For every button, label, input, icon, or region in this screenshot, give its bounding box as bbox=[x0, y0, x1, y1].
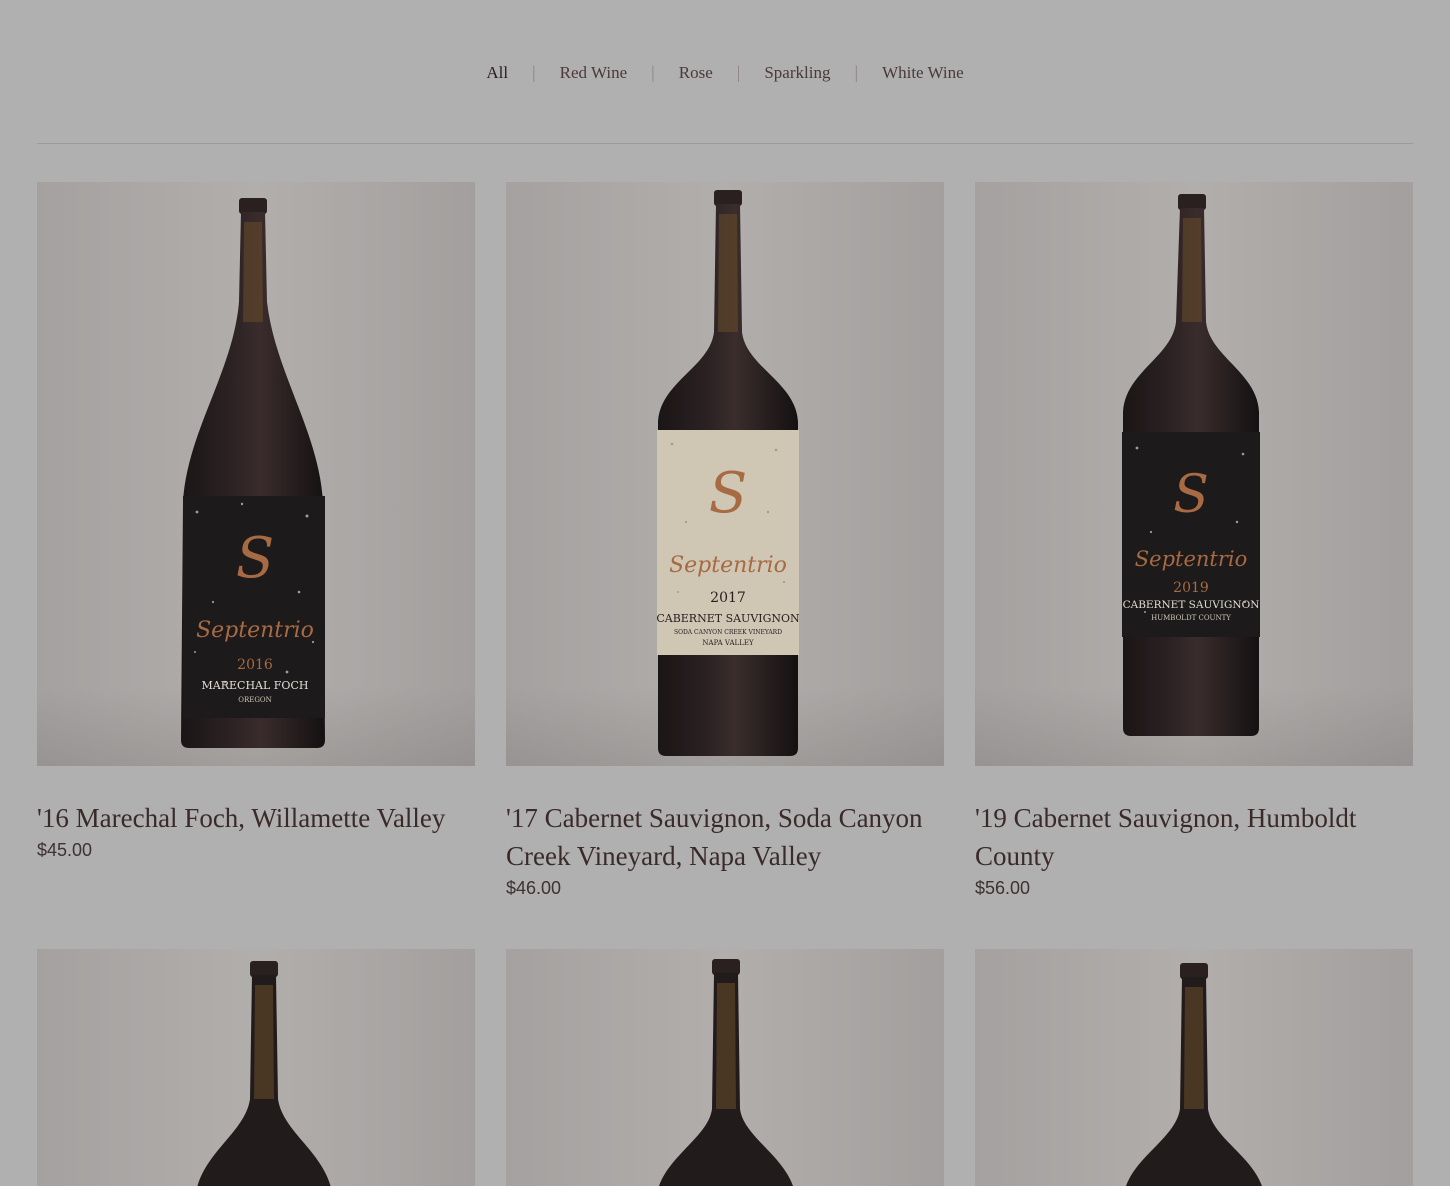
svg-text:S: S bbox=[1173, 465, 1209, 525]
svg-text:S: S bbox=[709, 461, 747, 526]
filter-white-wine[interactable]: White Wine bbox=[858, 63, 988, 83]
product-image[interactable] bbox=[506, 949, 944, 1186]
label-varietal: CABERNET SAUVIGNON bbox=[656, 612, 800, 625]
label-brand: Septentrio bbox=[669, 553, 787, 578]
category-filter-nav: All | Red Wine | Rose | Sparkling | Whit… bbox=[0, 62, 1450, 83]
wine-bottle-icon bbox=[1126, 963, 1262, 1186]
label-region: NAPA VALLEY bbox=[702, 639, 754, 647]
product-image[interactable] bbox=[37, 949, 475, 1186]
product-title[interactable]: '19 Cabernet Sauvignon, Humboldt County bbox=[975, 799, 1413, 875]
wine-bottle-icon: S Septentrio 2017 CABERNET SAUVIGNON SOD… bbox=[656, 190, 800, 756]
product-image[interactable]: S Septentrio 2019 CABERNET SAUVIGNON HUM… bbox=[975, 182, 1413, 766]
label-year: 2016 bbox=[237, 657, 273, 673]
product-card bbox=[975, 949, 1413, 1186]
filter-all[interactable]: All bbox=[462, 63, 532, 83]
wine-bottle-icon: S Septentrio 2019 CABERNET SAUVIGNON HUM… bbox=[1122, 194, 1260, 736]
product-image[interactable]: S Septentrio 2016 MARECHAL FOCH OREGON bbox=[37, 182, 475, 766]
product-title[interactable]: '16 Marechal Foch, Willamette Valley bbox=[37, 799, 475, 837]
filter-rose[interactable]: Rose bbox=[655, 63, 737, 83]
label-varietal: CABERNET SAUVIGNON bbox=[1123, 599, 1260, 611]
product-card: S Septentrio 2017 CABERNET SAUVIGNON SOD… bbox=[506, 182, 944, 899]
product-image[interactable] bbox=[975, 949, 1413, 1186]
label-vineyard: SODA CANYON CREEK VINEYARD bbox=[674, 629, 782, 636]
product-image[interactable]: S Septentrio 2017 CABERNET SAUVIGNON SOD… bbox=[506, 182, 944, 766]
product-card bbox=[506, 949, 944, 1186]
product-card: S Septentrio 2019 CABERNET SAUVIGNON HUM… bbox=[975, 182, 1413, 899]
wine-bottle-icon bbox=[197, 961, 331, 1186]
svg-text:S: S bbox=[236, 526, 274, 591]
label-year: 2019 bbox=[1173, 580, 1209, 596]
product-price: $46.00 bbox=[506, 878, 562, 898]
product-price: $56.00 bbox=[975, 878, 1031, 898]
filter-sparkling[interactable]: Sparkling bbox=[740, 63, 854, 83]
label-region: OREGON bbox=[238, 696, 272, 704]
filter-red-wine[interactable]: Red Wine bbox=[536, 63, 651, 83]
product-card: S Septentrio 2016 MARECHAL FOCH OREGON '… bbox=[37, 182, 475, 861]
label-region: HUMBOLDT COUNTY bbox=[1151, 614, 1231, 622]
label-brand: Septentrio bbox=[1135, 547, 1248, 571]
wine-bottle-icon bbox=[659, 959, 793, 1186]
divider bbox=[37, 143, 1413, 144]
label-brand: Septentrio bbox=[196, 618, 314, 643]
label-year: 2017 bbox=[710, 590, 746, 606]
product-price: $45.00 bbox=[37, 840, 93, 860]
wine-bottle-icon: S Septentrio 2016 MARECHAL FOCH OREGON bbox=[181, 198, 325, 748]
product-title[interactable]: '17 Cabernet Sauvignon, Soda Canyon Cree… bbox=[506, 799, 944, 875]
product-card bbox=[37, 949, 475, 1186]
label-varietal: MARECHAL FOCH bbox=[202, 679, 309, 692]
